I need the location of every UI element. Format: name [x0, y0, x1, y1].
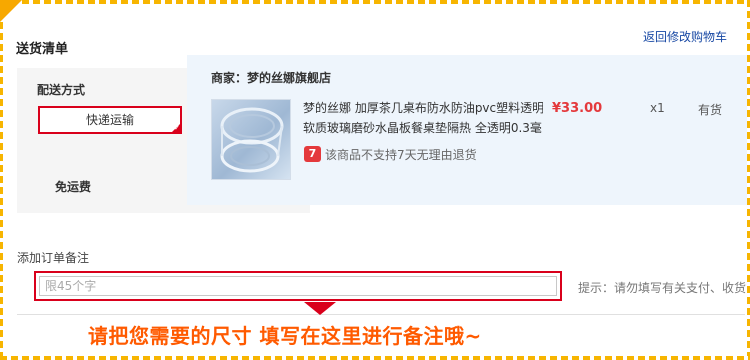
product-title-line-1: 梦的丝娜 加厚茶几桌布防水防油pvc塑料透明: [303, 101, 543, 115]
shop-name: 商家：梦的丝娜旗舰店: [211, 71, 332, 85]
dashed-frame-bottom: [0, 356, 750, 360]
dashed-frame-top: [0, 0, 750, 4]
free-shipping-label: 免运费: [55, 180, 92, 194]
product-title-line-2: 软质玻璃磨砂水晶板餐桌垫隔热 全透明0.3毫: [303, 121, 542, 135]
corner-ribbon: [0, 0, 22, 22]
order-remark-label: 添加订单备注: [17, 251, 90, 265]
product-quantity: x1: [650, 101, 665, 115]
divider: [17, 314, 745, 315]
pointer-arrow-icon: [304, 302, 336, 315]
shipping-option-label: 快递运输: [85, 113, 134, 127]
remark-hint: 提示：请勿填写有关支付、收货: [578, 281, 746, 295]
product-price: ¥33.00: [552, 101, 603, 116]
check-icon: ✓: [174, 124, 180, 132]
return-policy-note: 该商品不支持7天无理由退货: [325, 148, 477, 162]
remark-highlight-frame: [34, 271, 562, 301]
back-to-cart-link[interactable]: 返回修改购物车: [643, 28, 727, 45]
delivery-method-label: 配送方式: [37, 83, 86, 97]
stock-status: 有货: [698, 103, 723, 117]
no-return-badge-icon: 7: [304, 146, 321, 162]
size-remark-callout: 请把您需要的尺寸 填写在这里进行备注哦~: [88, 324, 482, 348]
product-title[interactable]: 梦的丝娜 加厚茶几桌布防水防油pvc塑料透明 软质玻璃磨砂水晶板餐桌垫隔热 全透…: [303, 98, 543, 138]
express-shipping-option[interactable]: 快递运输 ✓: [38, 106, 182, 134]
product-thumbnail[interactable]: [211, 99, 291, 180]
order-item-panel: 商家：梦的丝娜旗舰店 梦的丝娜 加厚茶几桌布防水防油pvc塑料透明 软质玻璃磨砂…: [187, 55, 747, 205]
order-remark-input[interactable]: [39, 276, 557, 296]
dashed-frame-left: [0, 0, 3, 360]
page-title: 送货清单: [16, 42, 69, 57]
tablecloth-roll-icon: [220, 107, 284, 173]
